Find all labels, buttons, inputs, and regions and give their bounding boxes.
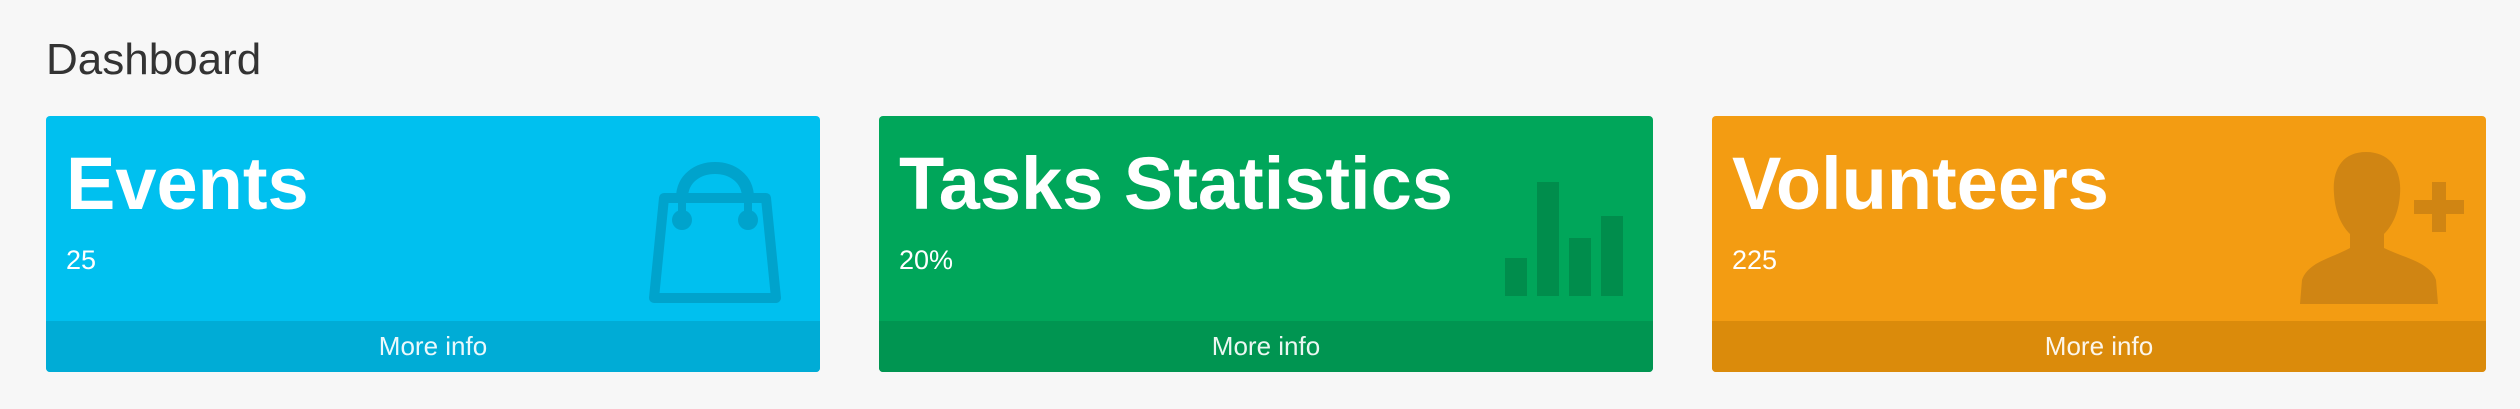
info-boxes: Events 25 More info Tasks Statistics 20%… — [46, 116, 2486, 372]
user-plus-icon — [2296, 138, 2466, 318]
shopping-bag-icon — [630, 138, 800, 318]
volunteers-box-inner: Volunteers 225 — [1712, 116, 2486, 321]
page-title: Dashboard — [46, 35, 262, 84]
tasks-statistics-box-value: 20% — [899, 245, 954, 275]
events-box-value: 25 — [66, 245, 97, 275]
tasks-statistics-box-inner: Tasks Statistics 20% — [879, 116, 1653, 321]
tasks-statistics-box: Tasks Statistics 20% More info — [879, 116, 1653, 372]
bar-chart-icon — [1463, 138, 1633, 318]
events-box-inner: Events 25 — [46, 116, 820, 321]
volunteers-box-value: 225 — [1732, 245, 1778, 275]
tasks-statistics-more-info-link[interactable]: More info — [879, 321, 1653, 372]
events-box-title: Events — [66, 142, 309, 225]
tasks-statistics-box-title: Tasks Statistics — [899, 142, 1453, 225]
events-box: Events 25 More info — [46, 116, 820, 372]
events-more-info-link[interactable]: More info — [46, 321, 820, 372]
volunteers-box-title: Volunteers — [1732, 142, 2109, 225]
dashboard-page: Dashboard Events 25 More info Tasks Stat… — [0, 0, 2520, 409]
volunteers-more-info-link[interactable]: More info — [1712, 321, 2486, 372]
volunteers-box: Volunteers 225 More info — [1712, 116, 2486, 372]
